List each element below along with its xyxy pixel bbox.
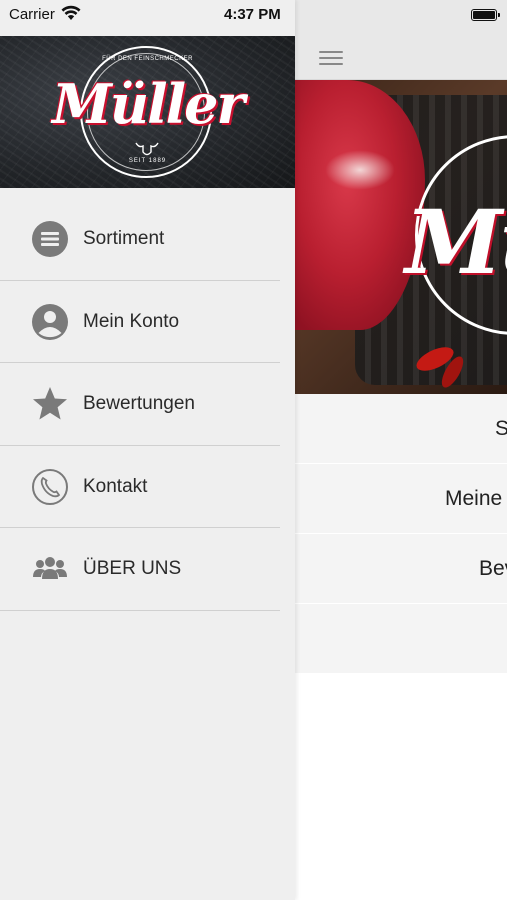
drawer-item-label: Kontakt <box>83 475 148 497</box>
logo-tagline: FÜR DEN FEINSCHMECKER <box>102 56 193 62</box>
logo-since: SEIT 1889 <box>128 158 167 164</box>
main-menu-list: S Meine Bev <box>295 394 507 674</box>
drawer-item-ueber-uns[interactable]: ÜBER UNS <box>0 528 280 611</box>
carrier-label: Carrier <box>9 6 55 23</box>
main-row-label: Bev <box>479 557 507 580</box>
clock: 4:37 PM <box>224 6 281 23</box>
bull-head-icon <box>135 142 159 156</box>
main-row-kontakt[interactable] <box>295 604 507 674</box>
hero-image: Mü <box>295 80 507 394</box>
hero-logo-text: Mü <box>405 190 507 294</box>
main-row-bewertungen[interactable]: Bev <box>295 534 507 604</box>
drawer-item-mein-konto[interactable]: Mein Konto <box>0 281 280 363</box>
wifi-icon <box>61 5 81 20</box>
drawer-item-label: Sortiment <box>83 228 165 249</box>
drawer-menu: Sortiment Mein Konto Bewertungen Kontakt… <box>0 198 295 611</box>
phone-icon <box>31 468 69 506</box>
drawer-item-label: ÜBER UNS <box>83 558 182 579</box>
brand-logo: Müller <box>52 72 245 136</box>
main-row-mein-konto[interactable]: Meine <box>295 464 507 534</box>
status-bar: Carrier 4:37 PM <box>0 0 295 36</box>
star-icon <box>31 385 69 423</box>
group-icon <box>31 550 69 588</box>
side-drawer: Carrier 4:37 PM FÜR DEN FEINSCHMECKER Mü… <box>0 0 295 900</box>
list-circle-icon <box>31 220 69 258</box>
drawer-item-label: Mein Konto <box>83 310 180 332</box>
main-row-sortiment[interactable]: S <box>295 394 507 464</box>
drawer-item-sortiment[interactable]: Sortiment <box>0 198 280 281</box>
main-row-label: Meine <box>445 487 503 510</box>
battery-icon <box>471 9 500 21</box>
drawer-item-label: Bewertungen <box>83 393 195 414</box>
drawer-item-kontakt[interactable]: Kontakt <box>0 446 280 528</box>
hamburger-menu-icon[interactable] <box>319 43 343 73</box>
drawer-item-bewertungen[interactable]: Bewertungen <box>0 363 280 446</box>
drawer-header-logo: FÜR DEN FEINSCHMECKER Müller SEIT 1889 <box>0 36 295 188</box>
main-row-label: S <box>495 417 507 441</box>
user-circle-icon <box>31 303 69 341</box>
